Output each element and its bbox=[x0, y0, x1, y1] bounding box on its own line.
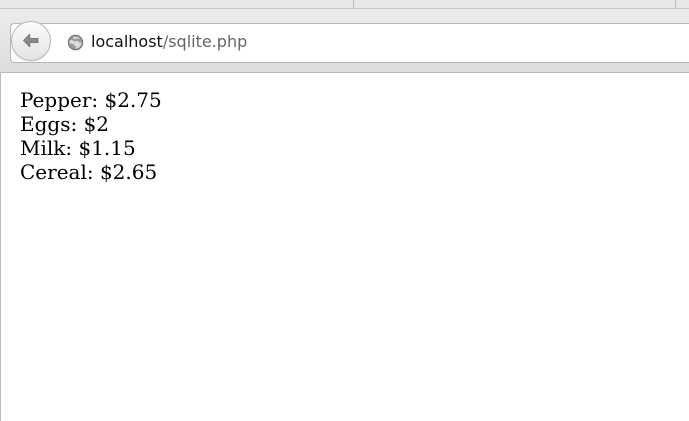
address-host: localhost bbox=[91, 32, 163, 51]
address-path: /sqlite.php bbox=[162, 32, 248, 51]
back-button[interactable] bbox=[11, 21, 51, 61]
price-list: Pepper: $2.75 Eggs: $2 Milk: $1.15 Cerea… bbox=[20, 88, 162, 184]
tab-divider bbox=[675, 0, 676, 9]
list-item: Pepper: $2.75 bbox=[20, 88, 162, 112]
list-item: Eggs: $2 bbox=[20, 112, 110, 136]
list-item: Cereal: $2.65 bbox=[20, 160, 158, 184]
globe-icon bbox=[67, 34, 84, 51]
list-item: Milk: $1.15 bbox=[20, 136, 136, 160]
arrow-left-icon bbox=[23, 33, 39, 48]
address-text[interactable]: localhost/sqlite.php bbox=[91, 31, 247, 53]
browser-chrome: localhost/sqlite.php bbox=[0, 0, 689, 73]
tab-divider bbox=[353, 0, 354, 9]
page-content: Pepper: $2.75 Eggs: $2 Milk: $1.15 Cerea… bbox=[0, 73, 689, 421]
